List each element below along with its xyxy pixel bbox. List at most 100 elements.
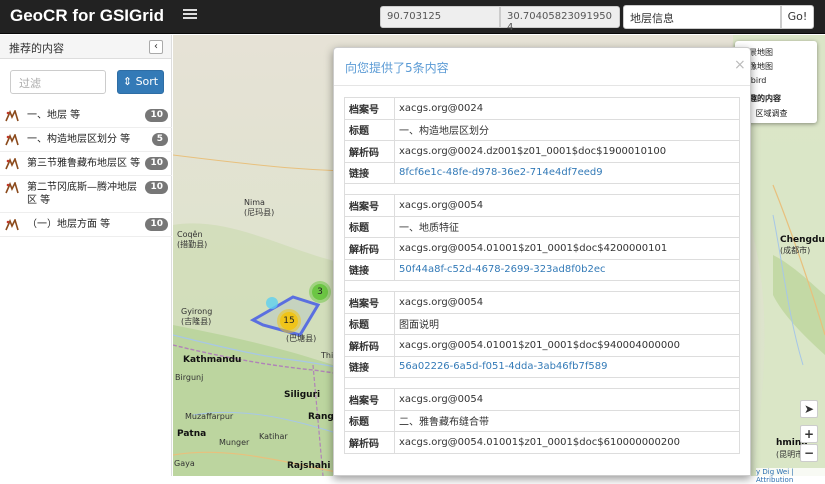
- survey-icon: [5, 132, 19, 146]
- record-title-label: 标题: [344, 118, 395, 141]
- interest-section-title: 兴趣的内容: [741, 94, 781, 103]
- list-item[interactable]: 第三节雅鲁藏布地层区 等 10: [0, 152, 172, 176]
- archive-number-value: xacgs.org@0024: [394, 97, 740, 120]
- record-title-label: 标题: [344, 312, 395, 335]
- layer-option-street[interactable]: 街景地图: [741, 46, 811, 60]
- table-row: 解析码 xacgs.org@0054.01001$z01_0001$doc$420…: [344, 237, 740, 260]
- map-label: (成都市): [780, 246, 811, 255]
- locate-button[interactable]: ➤: [800, 400, 818, 418]
- results-modal: 向您提供了5条内容 × 档案号 xacgs.org@0024 标题 一、构造地层区划分…: [333, 47, 751, 476]
- table-row: 链接 8fcf6e1c-48fe-d978-36e2-714e4df7eed9: [344, 161, 740, 184]
- map-label: Munger: [219, 438, 250, 447]
- archive-number-label: 档案号: [344, 97, 395, 120]
- layer-option-hybrid[interactable]: hybird: [741, 74, 811, 88]
- latitude-field[interactable]: 30.70405823091950​4: [500, 6, 620, 33]
- record-table: 档案号 xacgs.org@0054 标题 二、雅鲁藏布缝合带 解析码 xacgs.org…: [344, 388, 740, 454]
- search-input[interactable]: 地层信息: [623, 5, 781, 29]
- table-row: 档案号 xacgs.org@0054: [344, 291, 740, 314]
- survey-icon: [5, 156, 19, 170]
- table-row: 链接 50f44a8f-c52d-4678-2699-323ad8f0b2ec: [344, 258, 740, 281]
- table-row: 解析码 xacgs.org@0054.01001$z01_0001$doc$610…: [344, 431, 740, 454]
- parse-code-value: xacgs.org@0054.01001$z01_0001$doc$420000…: [394, 237, 740, 260]
- selection-vertex[interactable]: [266, 297, 278, 309]
- cluster-marker[interactable]: 15: [277, 309, 301, 333]
- list-item[interactable]: （一）地层方面 等 10: [0, 213, 172, 237]
- record-link-value[interactable]: 50f44a8f-c52d-4678-2699-323ad8f0b2ec: [394, 258, 740, 281]
- map-label: Katihar: [259, 432, 288, 441]
- zoom-out-button[interactable]: −: [800, 444, 818, 462]
- app-brand[interactable]: GeoCR for GSIGrid: [10, 6, 164, 26]
- list-item-label: 第三节雅鲁藏布地层区 等: [27, 158, 141, 169]
- sort-button[interactable]: ⇕ Sort: [117, 70, 164, 94]
- menu-icon[interactable]: [183, 9, 197, 23]
- cluster-count: 3: [312, 284, 328, 300]
- count-badge: 10: [145, 181, 168, 194]
- record-title-label: 标题: [344, 215, 395, 238]
- record-title-value: 图面说明: [394, 312, 740, 335]
- map-label: Birgunj: [175, 373, 204, 382]
- longitude-field[interactable]: 90.703125: [380, 6, 500, 28]
- parse-code-value: xacgs.org@0054.01001$z01_0001$doc$610000…: [394, 431, 740, 454]
- modal-title: 向您提供了5条内容: [345, 61, 449, 75]
- record-title-value: 一、地质特征: [394, 215, 740, 238]
- list-item-label: 第二节冈底斯—腾冲地层区 等: [27, 182, 137, 206]
- cluster-count: 15: [280, 312, 298, 330]
- map-label: (巴塘县): [286, 334, 317, 343]
- modal-header: 向您提供了5条内容 ×: [334, 48, 750, 86]
- table-row: 标题 图面说明: [344, 312, 740, 335]
- map-label: Coqên: [177, 230, 203, 239]
- map-label: (措勤县): [177, 240, 208, 249]
- table-row: 标题 一、构造地层区划分: [344, 118, 740, 141]
- count-badge: 5: [151, 133, 168, 146]
- list-item[interactable]: 一、构造地层区划分 等 5: [0, 128, 172, 152]
- sidebar-title: 推荐的内容: [9, 42, 64, 55]
- map-label: Nima: [244, 198, 265, 207]
- map-label: Chengdu: [780, 235, 825, 245]
- survey-icon: [5, 180, 19, 194]
- table-row: 链接 56a02226-6a5d-f051-4dda-3ab46fb7f589: [344, 355, 740, 378]
- filter-input[interactable]: 过滤: [10, 70, 106, 94]
- record-table: 档案号 xacgs.org@0054 标题 图面说明 解析码 xacgs.org@0054…: [344, 291, 740, 378]
- zoom-in-button[interactable]: +: [800, 425, 818, 443]
- result-list: 一、地层 等 10 一、构造地层区划分 等 5 第三节雅鲁藏布地层区 等 10 第二节冈底斯…: [0, 104, 172, 237]
- archive-number-label: 档案号: [344, 388, 395, 411]
- archive-number-value: xacgs.org@0054: [394, 194, 740, 217]
- archive-number-label: 档案号: [344, 194, 395, 217]
- table-row: 档案号 xacgs.org@0024: [344, 97, 740, 120]
- map-label: Gaya: [174, 459, 195, 468]
- parse-code-label: 解析码: [344, 237, 395, 260]
- layer-option-satellite[interactable]: 影像地图: [741, 60, 811, 74]
- table-row: 解析码 xacgs.org@0024.dz001$z01_0001$doc$190…: [344, 140, 740, 163]
- top-navbar: GeoCR for GSIGrid 90.703125 30.704058230…: [0, 0, 825, 34]
- parse-code-label: 解析码: [344, 140, 395, 163]
- count-badge: 10: [145, 218, 168, 231]
- survey-icon: [5, 217, 19, 231]
- record-separator: [344, 378, 740, 388]
- interest-item[interactable]: 区域调查: [741, 106, 811, 121]
- record-separator: [344, 281, 740, 291]
- record-link-value[interactable]: 8fcf6e1c-48fe-d978-36e2-714e4df7eed9: [394, 161, 740, 184]
- record-link-value[interactable]: 56a02226-6a5d-f051-4dda-3ab46fb7f589: [394, 355, 740, 378]
- parse-code-label: 解析码: [344, 334, 395, 357]
- map-label: Muzaffarpur: [185, 412, 234, 421]
- list-item[interactable]: 一、地层 等 10: [0, 104, 172, 128]
- sidebar: 推荐的内容 ‹ 过滤 ⇕ Sort 一、地层 等 10 一、构造地层区划分 等 5 第三…: [0, 35, 172, 476]
- go-button[interactable]: Go!: [781, 5, 814, 29]
- record-link-label: 链接: [344, 355, 395, 378]
- count-badge: 10: [145, 157, 168, 170]
- cluster-marker[interactable]: 3: [309, 281, 331, 303]
- list-item-label: 一、构造地层区划分 等: [27, 134, 131, 145]
- map-label: (尼玛县): [244, 208, 275, 217]
- record-table: 档案号 xacgs.org@0054 标题 一、地质特征 解析码 xacgs.org@00…: [344, 194, 740, 281]
- collapse-sidebar-button[interactable]: ‹: [149, 40, 163, 54]
- record-title-label: 标题: [344, 409, 395, 432]
- list-item[interactable]: 第二节冈底斯—腾冲地层区 等 10: [0, 176, 172, 213]
- parse-code-value: xacgs.org@0024.dz001$z01_0001$doc$190001…: [394, 140, 740, 163]
- modal-body: 档案号 xacgs.org@0024 标题 一、构造地层区划分 解析码 xacgs.org…: [344, 97, 749, 454]
- close-icon[interactable]: ×: [734, 57, 746, 73]
- interest-item-label: 区域调查: [755, 109, 788, 118]
- archive-number-label: 档案号: [344, 291, 395, 314]
- parse-code-label: 解析码: [344, 431, 395, 454]
- map-attribution[interactable]: y Dig Wei | Attribution: [756, 468, 825, 484]
- map-label: Patna: [177, 429, 207, 439]
